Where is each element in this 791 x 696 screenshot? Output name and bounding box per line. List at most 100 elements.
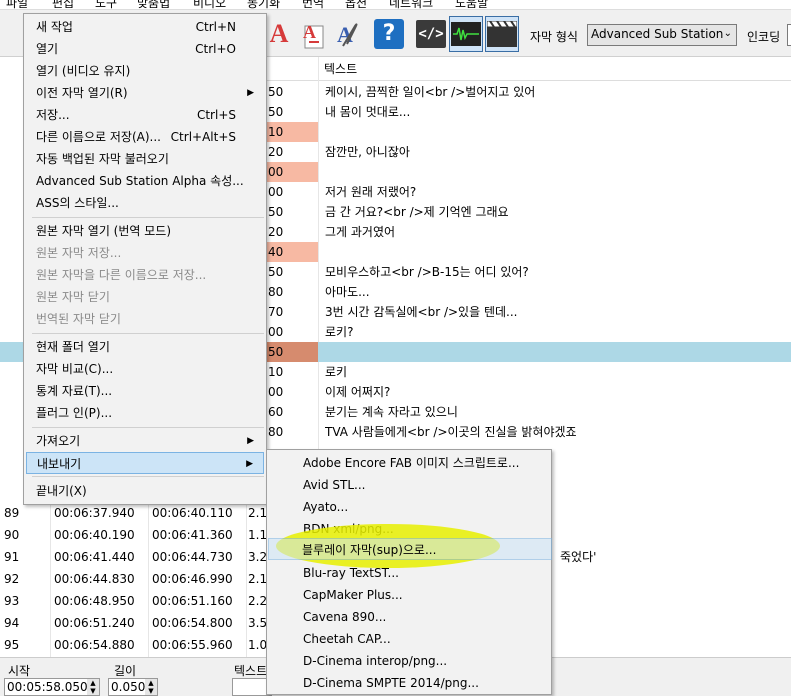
- end-cell: 00:06:51.160: [152, 594, 233, 608]
- file-menu-item[interactable]: 플러그 인(P)...: [26, 402, 264, 424]
- file-menu-item[interactable]: 원본 자막 저장...: [26, 242, 264, 264]
- file-menu-item[interactable]: 원본 자막을 다른 이름으로 저장...: [26, 264, 264, 286]
- format-select[interactable]: Advanced Sub Station ⌄: [587, 24, 737, 46]
- menu-translate[interactable]: 번역: [302, 0, 324, 9]
- export-menu-item[interactable]: D-Cinema interop/png...: [269, 650, 549, 672]
- menu-item-label: Adobe Encore FAB 이미지 스크립트로...: [303, 456, 520, 470]
- menu-file[interactable]: 파일: [6, 0, 28, 9]
- encoding-label: 인코딩: [747, 30, 781, 44]
- spinner-icon[interactable]: ▲ ▼: [145, 679, 157, 695]
- file-menu-item[interactable]: 이전 자막 열기(R) ▶: [26, 82, 264, 104]
- menu-item-label: 원본 자막 저장...: [36, 246, 122, 260]
- export-menu-item[interactable]: CapMaker Plus...: [269, 584, 549, 606]
- export-menu-item[interactable]: Adobe Encore FAB 이미지 스크립트로...: [269, 452, 549, 474]
- menu-tools[interactable]: 도구: [95, 0, 117, 9]
- file-menu-item[interactable]: 번역된 자막 닫기: [26, 308, 264, 330]
- dur-cell: 2.2: [248, 594, 266, 608]
- find-icon[interactable]: A: [262, 16, 296, 52]
- menu-help[interactable]: 도움말: [455, 0, 488, 9]
- menu-item-label: Avid STL...: [303, 478, 366, 492]
- menu-network[interactable]: 네트워크: [389, 0, 433, 9]
- start-time-value: 00:05:58.050: [7, 680, 88, 694]
- start-cell: 00:06:40.190: [54, 528, 135, 542]
- replace-icon[interactable]: A: [296, 16, 330, 52]
- menu-item-label: 통계 자료(T)...: [36, 384, 113, 398]
- file-menu-item[interactable]: 내보내기 ▶: [26, 452, 264, 474]
- end-cell: 00:06:44.730: [152, 550, 233, 564]
- waveform-icon[interactable]: [449, 16, 483, 52]
- format-select-value: Advanced Sub Station: [591, 27, 724, 41]
- num-cell: 91: [4, 550, 20, 564]
- menu-item-label: CapMaker Plus...: [303, 588, 403, 602]
- start-time-input[interactable]: 00:05:58.050 ▲ ▼: [4, 678, 100, 696]
- duration-cell: 40: [266, 242, 318, 262]
- start-cell: 00:06:48.950: [54, 594, 135, 608]
- text-cell: 죽었다': [560, 550, 597, 564]
- file-menu-item[interactable]: 통계 자료(T)...: [26, 380, 264, 402]
- file-menu-item[interactable]: 열기 (비디오 유지): [26, 60, 264, 82]
- menu-item-label: ASS의 스타일...: [36, 196, 119, 210]
- text-cell: [325, 162, 791, 182]
- duration-cell: 50: [266, 342, 318, 362]
- length-input[interactable]: 0.050 ▲ ▼: [108, 678, 158, 696]
- menu-item-label: 끝내기(X): [36, 484, 87, 498]
- file-menu-item[interactable]: 저장... Ctrl+S: [26, 104, 264, 126]
- menu-item-label: BDN xml/png...: [303, 522, 394, 536]
- menu-item-label: Advanced Sub Station Alpha 속성...: [36, 174, 244, 188]
- menu-edit[interactable]: 편집: [52, 0, 74, 9]
- text-cell: 금 간 거요?<br />제 기억엔 그래요: [325, 205, 509, 219]
- file-menu-item[interactable]: 원본 자막 닫기: [26, 286, 264, 308]
- spinner-icon[interactable]: ▲ ▼: [87, 679, 99, 695]
- menu-item-label: 원본 자막 열기 (번역 모드): [36, 224, 172, 238]
- format-label: 자막 형식: [530, 30, 578, 44]
- dur-cell: 3.5: [248, 616, 266, 630]
- end-cell: 00:06:55.960: [152, 638, 233, 652]
- file-menu-item[interactable]: 자동 백업된 자막 불러오기: [26, 148, 264, 170]
- dur-cell: 1.0: [248, 638, 266, 652]
- file-menu-item[interactable]: 다른 이름으로 저장(A)... Ctrl+Alt+S: [26, 126, 264, 148]
- menu-video[interactable]: 비디오: [193, 0, 226, 9]
- export-menu-item[interactable]: Blu-ray TextST...: [269, 562, 549, 584]
- menu-item-label: 새 작업: [36, 20, 73, 34]
- attach-icon[interactable]: A: [330, 16, 364, 52]
- start-cell: 00:06:41.440: [54, 550, 135, 564]
- export-menu-item[interactable]: BDN xml/png...: [269, 518, 549, 540]
- menu-item-shortcut: Ctrl+Alt+S: [170, 130, 236, 144]
- text-cell: 저거 원래 저랬어?: [325, 185, 417, 199]
- file-menu-item[interactable]: 가져오기 ▶: [26, 430, 264, 452]
- file-menu-item[interactable]: ASS의 스타일...: [26, 192, 264, 214]
- export-menu-item[interactable]: Ayato...: [269, 496, 549, 518]
- menu-spellcheck[interactable]: 맞춤법: [137, 0, 170, 9]
- text-cell: 그게 과거였어: [325, 225, 396, 239]
- menu-divider: [32, 333, 264, 334]
- duration-cell: 50: [268, 265, 284, 279]
- export-menu-item[interactable]: Avid STL...: [269, 474, 549, 496]
- submenu-arrow-icon: ▶: [247, 88, 254, 98]
- file-menu-item[interactable]: 자막 비교(C)...: [26, 358, 264, 380]
- end-cell: 00:06:41.360: [152, 528, 233, 542]
- num-cell: 90: [4, 528, 20, 542]
- file-menu-item[interactable]: Advanced Sub Station Alpha 속성...: [26, 170, 264, 192]
- menu-sync[interactable]: 동기화: [247, 0, 280, 9]
- file-menu-item[interactable]: 원본 자막 열기 (번역 모드): [26, 220, 264, 242]
- export-menu-item[interactable]: Cheetah CAP...: [269, 628, 549, 650]
- export-menu-item[interactable]: Cavena 890...: [269, 606, 549, 628]
- menu-item-shortcut: Ctrl+N: [195, 20, 236, 34]
- help-icon[interactable]: ?: [372, 16, 406, 52]
- menu-options[interactable]: 옵션: [345, 0, 367, 9]
- start-cell: 00:06:37.940: [54, 506, 135, 520]
- file-menu-item[interactable]: 끝내기(X): [26, 480, 264, 502]
- encoding-select[interactable]: [787, 24, 791, 46]
- file-menu-item[interactable]: 현재 폴더 열기: [26, 336, 264, 358]
- menu-item-label: 플러그 인(P)...: [36, 406, 113, 420]
- num-cell: 95: [4, 638, 20, 652]
- source-view-icon[interactable]: </>: [414, 16, 448, 52]
- file-menu-item[interactable]: 새 작업 Ctrl+N: [26, 16, 264, 38]
- file-menu: 새 작업 Ctrl+N 열기 Ctrl+O 열기 (비디오 유지) 이전 자막 열기(R)…: [23, 13, 267, 505]
- end-cell: 00:06:40.110: [152, 506, 233, 520]
- export-menu-item[interactable]: D-Cinema SMPTE 2014/png...: [269, 672, 549, 694]
- video-icon[interactable]: [485, 16, 519, 52]
- end-cell: 00:06:54.800: [152, 616, 233, 630]
- file-menu-item[interactable]: 열기 Ctrl+O: [26, 38, 264, 60]
- duration-cell: 60: [268, 405, 284, 419]
